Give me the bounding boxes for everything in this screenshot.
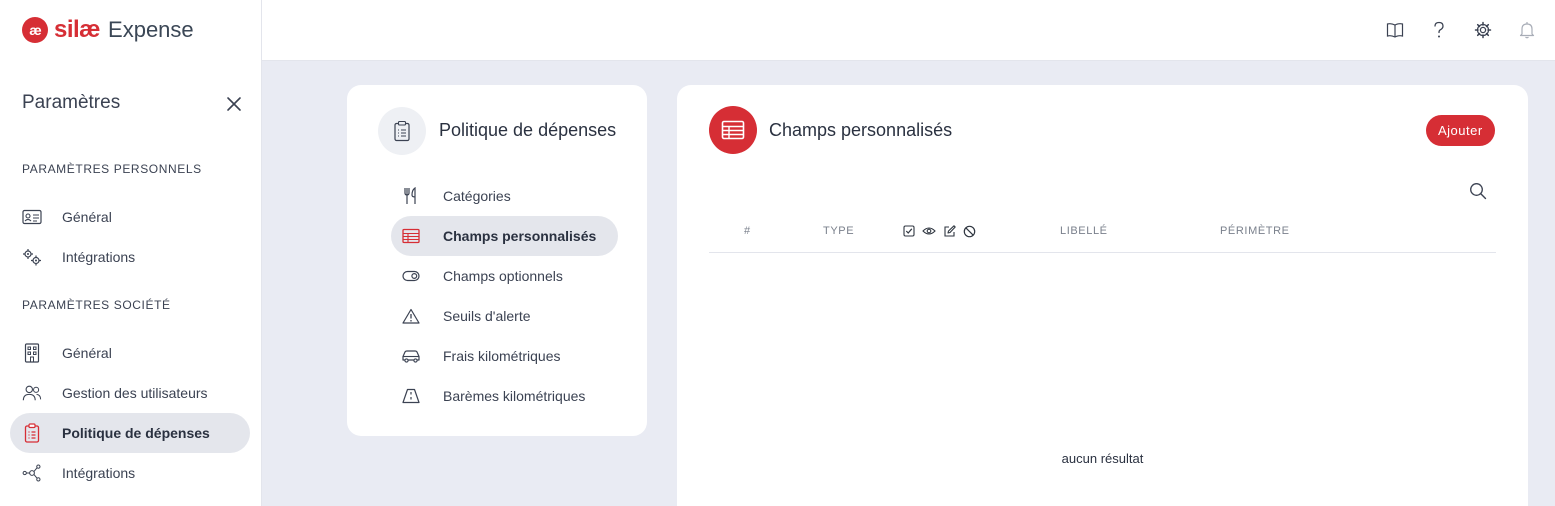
bell-icon[interactable]: [1516, 19, 1538, 41]
sidebar-item-personal-integrations[interactable]: Intégrations: [10, 237, 250, 277]
sidebar-item-label: Intégrations: [62, 249, 136, 265]
policy-item-label: Champs personnalisés: [443, 228, 597, 244]
custom-fields-card: Champs personnalisés Ajouter # TYPE LIBE…: [677, 85, 1528, 506]
sidebar: æ silæ Expense Paramètres PARAMÈTRES PER…: [0, 0, 262, 506]
sidebar-item-label: Général: [62, 209, 112, 225]
expense-policy-card: Politique de dépenses Catégories Champs …: [347, 85, 647, 436]
column-header-flags: [902, 224, 976, 238]
add-button[interactable]: Ajouter: [1426, 115, 1495, 146]
column-header-number[interactable]: #: [744, 225, 751, 237]
brand-name: silæ: [54, 16, 101, 43]
sidebar-item-personal-general[interactable]: Général: [10, 197, 250, 237]
close-icon[interactable]: [224, 94, 244, 114]
sidebar-item-label: Intégrations: [62, 465, 136, 481]
section-personal-settings: PARAMÈTRES PERSONNELS: [22, 162, 202, 176]
utensils-icon: [401, 186, 421, 206]
warning-icon: [401, 306, 421, 326]
brand-logo[interactable]: æ silæ Expense: [22, 14, 194, 46]
checkbox-icon: [902, 224, 916, 238]
eye-icon: [922, 224, 936, 238]
sidebar-item-label: Politique de dépenses: [62, 425, 210, 441]
sidebar-title: Paramètres: [22, 92, 121, 113]
building-icon: [22, 343, 42, 363]
policy-item-label: Champs optionnels: [443, 268, 563, 284]
search-icon[interactable]: [1468, 181, 1488, 201]
sidebar-item-company-integrations[interactable]: Intégrations: [10, 453, 250, 493]
policy-item-label: Seuils d'alerte: [443, 308, 531, 324]
car-icon: [401, 346, 421, 366]
policy-item-label: Catégories: [443, 188, 511, 204]
page-title: Champs personnalisés: [769, 120, 953, 140]
policy-item-label: Frais kilométriques: [443, 348, 561, 364]
table-icon: [709, 106, 757, 154]
brand-mark: æ: [22, 17, 48, 43]
id-card-icon: [22, 207, 42, 227]
ban-icon: [962, 224, 976, 238]
sidebar-item-user-management[interactable]: Gestion des utilisateurs: [10, 373, 250, 413]
book-icon[interactable]: [1384, 19, 1406, 41]
users-icon: [22, 383, 42, 403]
policy-title: Politique de dépenses: [439, 120, 617, 140]
section-company-settings: PARAMÈTRES SOCIÉTÉ: [22, 298, 171, 312]
gears-icon: [22, 247, 42, 267]
policy-item-mileage-scales[interactable]: Barèmes kilométriques: [391, 376, 607, 416]
policy-item-label: Barèmes kilométriques: [443, 388, 586, 404]
policy-item-categories[interactable]: Catégories: [391, 176, 533, 216]
sidebar-item-label: Gestion des utilisateurs: [62, 385, 208, 401]
policy-item-mileage-expenses[interactable]: Frais kilométriques: [391, 336, 582, 376]
policy-item-optional-fields[interactable]: Champs optionnels: [391, 256, 585, 296]
clipboard-icon: [22, 423, 42, 443]
sidebar-item-label: Général: [62, 345, 112, 361]
help-icon[interactable]: [1428, 19, 1450, 41]
app: æ silæ Expense Paramètres PARAMÈTRES PER…: [0, 0, 1555, 506]
gear-icon[interactable]: [1472, 19, 1494, 41]
road-icon: [401, 386, 421, 406]
policy-item-alert-thresholds[interactable]: Seuils d'alerte: [391, 296, 553, 336]
column-header-label[interactable]: LIBELLÉ: [1060, 225, 1108, 237]
policy-item-custom-fields[interactable]: Champs personnalisés: [391, 216, 619, 256]
network-icon: [22, 463, 42, 483]
edit-icon: [942, 224, 956, 238]
column-header-scope[interactable]: PÉRIMÈTRE: [1220, 225, 1290, 237]
top-bar: [262, 0, 1555, 61]
empty-state-text: aucun résultat: [1061, 451, 1144, 466]
table-header: # TYPE LIBELLÉ PÉRIMÈTRE: [709, 223, 1496, 253]
toggle-icon: [401, 266, 421, 286]
sidebar-item-company-general[interactable]: Général: [10, 333, 250, 373]
brand-product: Expense: [108, 17, 194, 42]
clipboard-icon: [378, 107, 426, 155]
sidebar-item-expense-policy[interactable]: Politique de dépenses: [10, 413, 250, 453]
table-icon: [401, 226, 421, 246]
column-header-type[interactable]: TYPE: [823, 225, 854, 237]
